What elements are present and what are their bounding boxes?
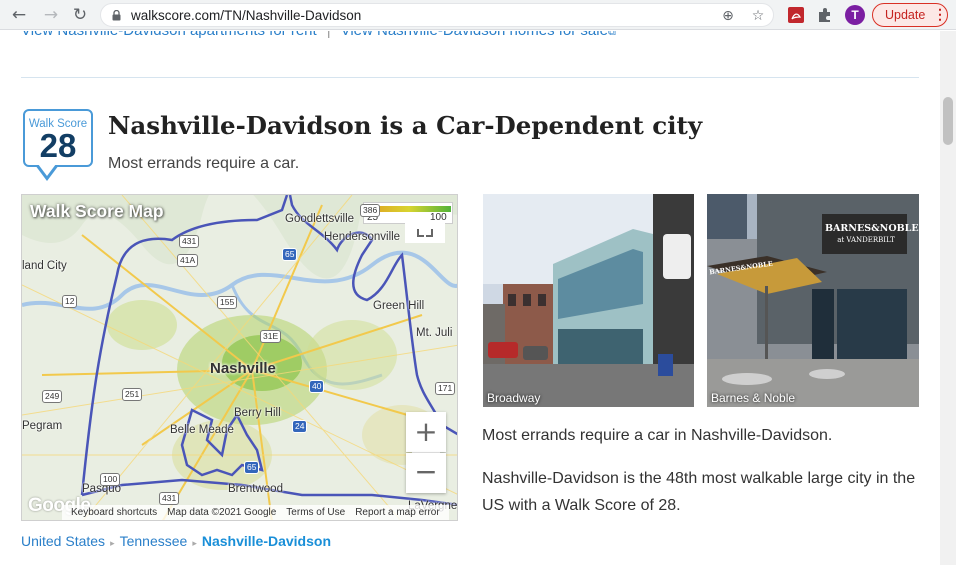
- highway-100-shield: 100: [100, 473, 121, 486]
- interstate-65-south-shield: 65: [244, 461, 260, 474]
- highway-155-shield: 155: [217, 296, 238, 309]
- puzzle-extensions-icon[interactable]: [815, 5, 835, 25]
- walk-score-badge: Walk Score 28: [23, 109, 93, 167]
- page-title: Nashville-Davidson is a Car-Dependent ci…: [108, 111, 703, 140]
- breadcrumb-city[interactable]: Nashville-Davidson: [202, 533, 331, 549]
- place-nashville: Nashville: [210, 360, 276, 377]
- map-title: Walk Score Map: [30, 201, 164, 221]
- place-belle-meade: Belle Meade: [170, 424, 234, 436]
- highway-12-shield: 12: [62, 295, 78, 308]
- store-sign-top: BARNES&NOBLE: [825, 223, 919, 234]
- browser-toolbar: ← → ↻ walkscore.com/TN/Nashville-Davidso…: [0, 0, 956, 30]
- report-map-error-link[interactable]: Report a map error: [355, 507, 439, 518]
- page-subtitle: Most errands require a car.: [108, 155, 300, 172]
- update-button[interactable]: Update ⋮: [872, 3, 948, 27]
- map-canvas[interactable]: [22, 195, 458, 521]
- profile-avatar[interactable]: T: [845, 5, 865, 25]
- map-data-text: Map data ©2021 Google: [167, 507, 277, 518]
- vertical-scrollbar[interactable]: [940, 31, 956, 565]
- highway-251-shield: 251: [122, 388, 143, 401]
- breadcrumb-arrow-icon: ▸: [192, 538, 197, 548]
- section-divider: [21, 77, 919, 78]
- place-green-hill: Green Hill: [373, 300, 425, 312]
- description-paragraph-1: Most errands require a car in Nashville-…: [482, 427, 833, 444]
- highway-249-shield: 249: [42, 390, 63, 403]
- badge-pointer-inner: [38, 164, 56, 176]
- place-berry-hill: Berry Hill: [234, 407, 281, 419]
- place-land-city: land City: [22, 260, 67, 272]
- highway-171-shield: 171: [435, 382, 456, 395]
- highway-431-shield: 431: [179, 235, 200, 248]
- page-content: View Nashville-Davidson apartments for r…: [0, 31, 940, 565]
- forward-arrow-icon[interactable]: →: [40, 4, 62, 26]
- breadcrumb-state[interactable]: Tennessee: [120, 533, 188, 549]
- breadcrumb-country[interactable]: United States: [21, 533, 105, 549]
- lock-icon: [112, 10, 121, 21]
- menu-dots-icon[interactable]: ⋮: [933, 6, 947, 23]
- walk-score-map[interactable]: Walk Score Map 25 100 Goodlettsville Hen…: [21, 194, 458, 521]
- highway-386-shield: 386: [360, 204, 381, 217]
- bookmark-star-icon[interactable]: ☆: [749, 7, 767, 25]
- interstate-40-shield: 40: [309, 380, 325, 393]
- terms-of-use-link[interactable]: Terms of Use: [286, 507, 345, 518]
- zoom-in-button[interactable]: +: [406, 412, 446, 452]
- homes-link[interactable]: View Nashville-Davidson homes for sale: [341, 31, 608, 39]
- place-brentwood: Brentwood: [228, 483, 283, 495]
- url-text: walkscore.com/TN/Nashville-Davidson: [131, 8, 362, 23]
- photo-barnes-noble[interactable]: BARNES&NOBLE at VANDERBILT BARNES&NOBLE …: [707, 194, 919, 407]
- place-goodlettsville: Goodlettsville: [285, 213, 355, 225]
- zoom-out-button[interactable]: −: [406, 453, 446, 493]
- interstate-65-north-shield: 65: [282, 248, 298, 261]
- legend-high: 100: [430, 212, 447, 223]
- description-paragraph-2: Nashville-Davidson is the 48th most walk…: [482, 470, 916, 514]
- keyboard-shortcuts-link[interactable]: Keyboard shortcuts: [71, 507, 157, 518]
- fullscreen-button[interactable]: [405, 223, 445, 243]
- zoom-magnifier-icon[interactable]: ⊕: [719, 7, 737, 25]
- photo-caption-barnes-noble: Barnes & Noble: [711, 391, 796, 405]
- breadcrumb: United States ▸ Tennessee ▸ Nashville-Davids…: [21, 533, 331, 549]
- highway-431-south-shield: 431: [159, 492, 180, 505]
- photo-broadway[interactable]: Broadway: [483, 194, 694, 407]
- link-separator: |: [327, 31, 331, 39]
- map-attribution: Keyboard shortcuts Map data ©2021 Google T…: [62, 505, 449, 520]
- interstate-24-shield: 24: [292, 420, 308, 433]
- photo-caption-broadway: Broadway: [487, 391, 541, 405]
- place-mt-juliet: Mt. Juli: [416, 327, 453, 339]
- top-links: View Nashville-Davidson apartments for r…: [21, 31, 616, 39]
- apartments-link[interactable]: View Nashville-Davidson apartments for r…: [21, 31, 317, 39]
- store-sign-bottom: at VANDERBILT: [837, 236, 895, 244]
- scrollbar-thumb[interactable]: [943, 97, 953, 145]
- breadcrumb-arrow-icon: ▸: [110, 538, 115, 548]
- highway-41a-shield: 41A: [177, 254, 199, 267]
- broadway-photo-image: [483, 194, 694, 407]
- fullscreen-icon: [417, 229, 433, 237]
- place-pegram: Pegram: [22, 420, 63, 432]
- external-link-icon: ⧉: [607, 31, 616, 38]
- walk-score-value: 28: [39, 127, 77, 164]
- back-arrow-icon[interactable]: ←: [8, 4, 30, 26]
- reload-icon[interactable]: ↻: [69, 4, 91, 26]
- update-label: Update: [885, 8, 926, 22]
- pdf-extension-icon[interactable]: [786, 5, 806, 25]
- highway-31e-shield: 31E: [260, 330, 282, 343]
- address-bar[interactable]: walkscore.com/TN/Nashville-Davidson ⊕ ☆: [100, 3, 774, 27]
- place-hendersonville: Hendersonville: [324, 231, 401, 243]
